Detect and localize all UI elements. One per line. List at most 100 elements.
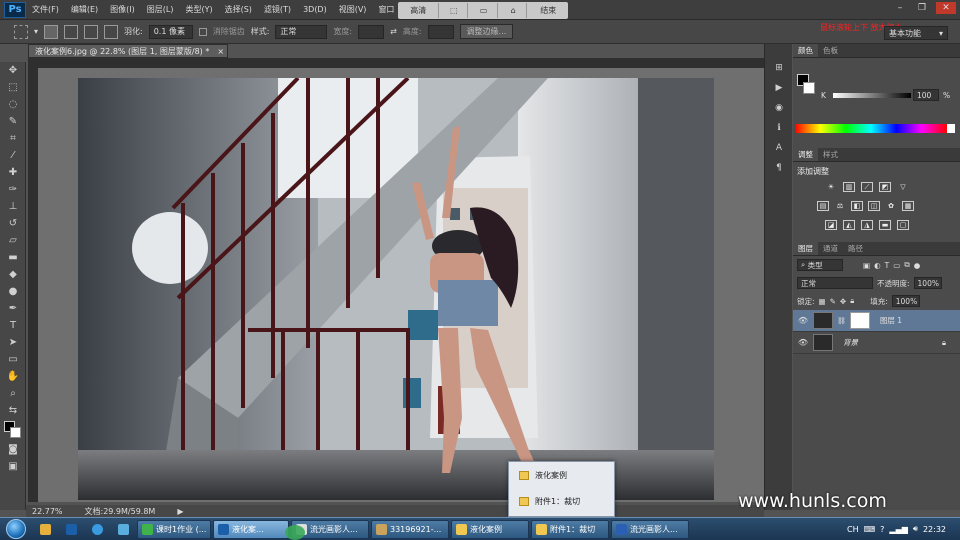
tab-paths[interactable]: 路径 bbox=[843, 242, 868, 255]
menu-edit[interactable]: 编辑(E) bbox=[65, 4, 104, 15]
history-icon[interactable]: ⊞ bbox=[765, 58, 793, 78]
quick-mask-icon[interactable]: ◙ bbox=[0, 441, 26, 458]
white-swatch[interactable] bbox=[947, 124, 955, 133]
balance-icon[interactable]: ⚖ bbox=[834, 201, 846, 211]
photo-canvas[interactable] bbox=[78, 78, 714, 500]
layer-mask-thumbnail[interactable] bbox=[849, 312, 870, 329]
layer-row[interactable]: 👁︎ ⛓︎ 图层 1 bbox=[793, 310, 960, 332]
character-icon[interactable]: A bbox=[765, 138, 793, 158]
refine-edge-button[interactable]: 调整边缘... bbox=[459, 24, 514, 39]
dodge-tool-icon[interactable]: ● bbox=[0, 283, 26, 300]
selective-color-icon[interactable]: ▢ bbox=[897, 220, 909, 230]
lasso-tool-icon[interactable]: ◌ bbox=[0, 96, 26, 113]
start-button[interactable] bbox=[0, 518, 32, 540]
opacity-input[interactable]: 100% bbox=[913, 277, 942, 289]
lock-all-icon[interactable]: 🔒︎ bbox=[850, 296, 854, 306]
close-icon[interactable]: ✕ bbox=[936, 2, 956, 14]
marquee-tool-icon[interactable] bbox=[14, 24, 28, 39]
tab-adjustments[interactable]: 调整 bbox=[793, 148, 818, 161]
tab-swatches[interactable]: 色板 bbox=[818, 44, 843, 57]
close-tab-icon[interactable]: × bbox=[217, 47, 224, 56]
move-tool-icon[interactable]: ✥ bbox=[0, 62, 26, 79]
lock-transparent-icon[interactable]: ▦ bbox=[819, 297, 826, 306]
style-select[interactable]: 正常 bbox=[275, 24, 328, 39]
language-indicator[interactable]: CH bbox=[847, 525, 859, 534]
tab-styles[interactable]: 样式 bbox=[818, 148, 843, 161]
tab-color[interactable]: 颜色 bbox=[793, 44, 818, 57]
menu-filter[interactable]: 滤镜(T) bbox=[258, 4, 297, 15]
filter-adjust-icon[interactable]: ◐ bbox=[874, 261, 881, 270]
fill-input[interactable]: 100% bbox=[891, 295, 920, 307]
quicklaunch-network-icon[interactable] bbox=[112, 520, 134, 539]
marquee-tool-icon[interactable]: ⬚ bbox=[0, 79, 26, 96]
lock-pixels-icon[interactable]: ✎ bbox=[830, 297, 836, 306]
tab-layers[interactable]: 图层 bbox=[793, 242, 818, 255]
gradient-tool-icon[interactable]: ▬ bbox=[0, 249, 26, 266]
blend-mode-select[interactable]: 正常 bbox=[797, 277, 873, 289]
filter-toggle-icon[interactable]: ● bbox=[914, 261, 921, 270]
taskbar-button[interactable]: 液化案... bbox=[213, 519, 289, 539]
visibility-eye-icon[interactable]: 👁︎ bbox=[797, 338, 809, 347]
threshold-icon[interactable]: ◮ bbox=[861, 220, 873, 230]
menu-type[interactable]: 类型(Y) bbox=[179, 4, 218, 15]
bw-icon[interactable]: ◧ bbox=[851, 201, 863, 211]
curves-icon[interactable]: ⟋ bbox=[861, 182, 873, 192]
swap-icon[interactable]: ⇄ bbox=[390, 27, 397, 36]
keyboard-icon[interactable]: ⌨ bbox=[864, 525, 876, 534]
pen-tool-icon[interactable]: ✒ bbox=[0, 300, 26, 317]
k-slider[interactable] bbox=[833, 93, 911, 98]
dropdown-arrow-icon[interactable]: ▾ bbox=[34, 27, 38, 36]
menu-view[interactable]: 视图(V) bbox=[333, 4, 373, 15]
menu-3d[interactable]: 3D(D) bbox=[297, 5, 333, 14]
quicklaunch-app-icon[interactable] bbox=[34, 520, 56, 539]
layer-row[interactable]: 👁︎ 背景 🔒︎ bbox=[793, 332, 960, 354]
filter-type-icon[interactable]: T bbox=[885, 261, 890, 270]
gradient-map-icon[interactable]: ▬ bbox=[879, 220, 891, 230]
filter-pixel-icon[interactable]: ▣ bbox=[863, 261, 870, 270]
new-selection-icon[interactable] bbox=[44, 24, 59, 39]
stamp-tool-icon[interactable]: ⊥ bbox=[0, 198, 26, 215]
eraser-tool-icon[interactable]: ▱ bbox=[0, 232, 26, 249]
brightness-icon[interactable]: ☀ bbox=[825, 182, 837, 192]
taskbar-button[interactable]: 33196921-... bbox=[371, 519, 449, 539]
restore-icon[interactable]: ❐ bbox=[912, 2, 932, 14]
taskbar-button[interactable]: 课时1作业 (... bbox=[137, 519, 211, 539]
healing-tool-icon[interactable]: ✚ bbox=[0, 164, 26, 181]
menu-window[interactable]: 窗口 bbox=[372, 4, 400, 15]
add-selection-icon[interactable] bbox=[64, 24, 79, 39]
width-input[interactable] bbox=[358, 24, 385, 39]
vibrance-icon[interactable]: ▽ bbox=[897, 182, 909, 192]
subtract-selection-icon[interactable] bbox=[84, 24, 99, 39]
paragraph-icon[interactable]: ¶ bbox=[765, 158, 793, 178]
intersect-selection-icon[interactable] bbox=[104, 24, 119, 39]
feather-input[interactable]: 0.1 像素 bbox=[148, 24, 193, 39]
background-swatch[interactable] bbox=[803, 82, 815, 94]
posterize-icon[interactable]: ◭ bbox=[843, 220, 855, 230]
network-icon[interactable]: ▂▄▆ bbox=[889, 525, 907, 534]
taskbar-button[interactable]: 流光画影人... bbox=[611, 519, 689, 539]
type-tool-icon[interactable]: T bbox=[0, 317, 26, 334]
shape-tool-icon[interactable]: ▭ bbox=[0, 351, 26, 368]
layer-filter-select[interactable]: ⌕ 类型 bbox=[797, 259, 843, 271]
quicklaunch-ie-icon[interactable] bbox=[86, 520, 108, 539]
k-value-input[interactable]: 100 bbox=[913, 89, 939, 101]
document-tab[interactable]: 液化案例6.jpg @ 22.8% (图层 1, 图层蒙版/8) * × bbox=[28, 44, 228, 58]
lookup-icon[interactable]: ▦ bbox=[902, 201, 914, 211]
visibility-eye-icon[interactable]: 👁︎ bbox=[797, 316, 809, 325]
path-select-icon[interactable]: ➤ bbox=[0, 334, 26, 351]
minimize-icon[interactable]: – bbox=[890, 2, 910, 14]
crop-tool-icon[interactable]: ⌗ bbox=[0, 130, 26, 147]
invert-icon[interactable]: ◪ bbox=[825, 220, 837, 230]
window-select-icon[interactable]: ▭ bbox=[470, 3, 498, 18]
hand-tool-icon[interactable]: ✋ bbox=[0, 368, 26, 385]
eyedropper-tool-icon[interactable]: ⁄ bbox=[0, 147, 26, 164]
quicklaunch-ps-icon[interactable] bbox=[60, 520, 82, 539]
mixer-icon[interactable]: ✿ bbox=[885, 201, 897, 211]
popup-item-folder[interactable]: 附件1：裁切 bbox=[509, 488, 614, 514]
taskbar-button[interactable]: 液化案例 bbox=[451, 519, 529, 539]
screen-mode-icon[interactable]: ▣ bbox=[0, 458, 26, 475]
color-swatches[interactable] bbox=[0, 419, 26, 441]
levels-icon[interactable]: ▥ bbox=[843, 182, 855, 192]
clock[interactable]: 22:32 bbox=[923, 525, 946, 534]
photo-filter-icon[interactable]: ◫ bbox=[868, 201, 880, 211]
